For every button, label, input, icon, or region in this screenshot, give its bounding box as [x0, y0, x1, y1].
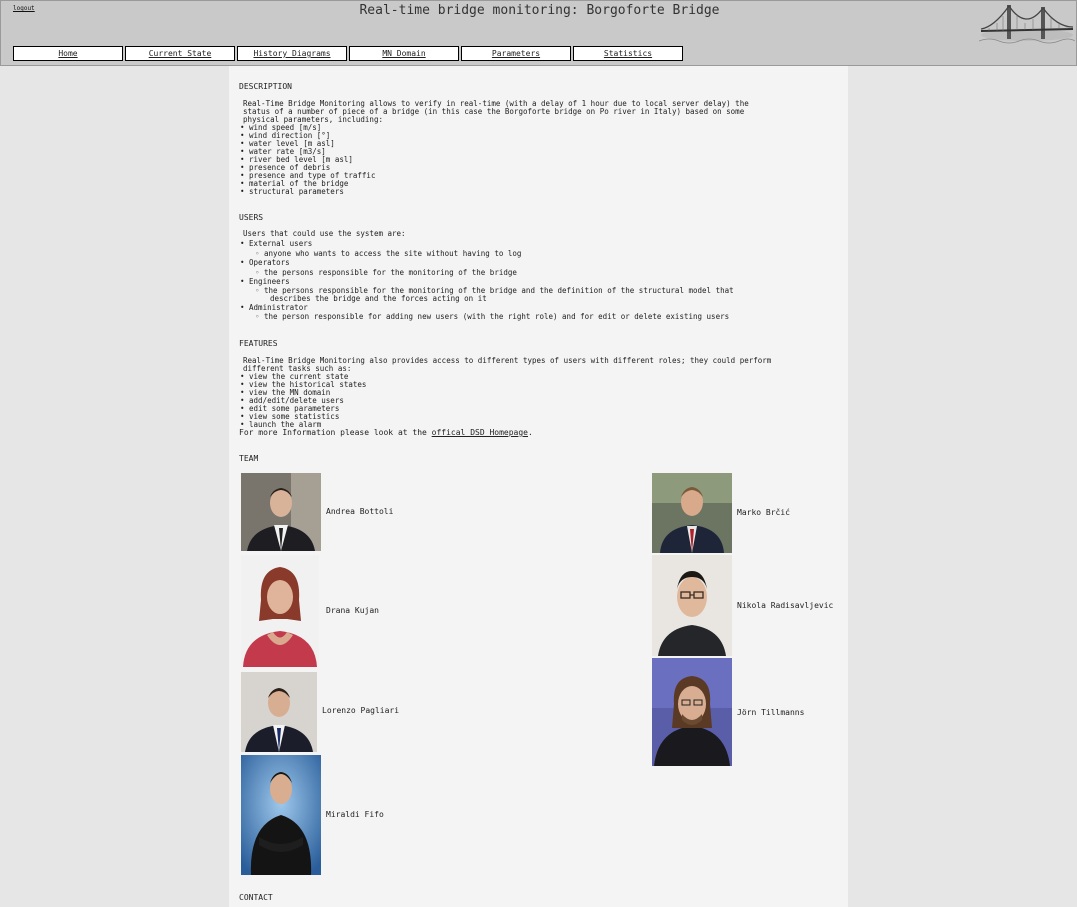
more-info-prefix: For more Information please look at the — [239, 428, 432, 437]
user-role: Operators — [240, 258, 734, 268]
team-photo-jorn-tillmanns — [652, 658, 732, 766]
nav-mn-domain[interactable]: MN Domain — [349, 46, 459, 61]
contact-heading: CONTACT — [239, 893, 273, 902]
features-heading: FEATURES — [239, 339, 278, 348]
team-member-name: Nikola Radisavljevic — [737, 601, 834, 610]
features-intro: Real-Time Bridge Monitoring also provide… — [243, 357, 843, 373]
description-intro-line: physical parameters, including: — [243, 115, 383, 124]
list-item: structural parameters — [240, 188, 375, 196]
nav-parameters[interactable]: Parameters — [461, 46, 571, 61]
team-photo-andrea-bottoli — [241, 473, 321, 551]
team-photo-marko-brcic — [652, 473, 732, 553]
main-content: DESCRIPTION Real-Time Bridge Monitoring … — [229, 66, 848, 907]
site-title: Real-time bridge monitoring: Borgoforte … — [359, 3, 720, 18]
user-role: Administrator — [240, 303, 734, 313]
team-member-name: Jörn Tillmanns — [737, 708, 805, 717]
team-member-name: Lorenzo Pagliari — [322, 706, 400, 715]
more-info-suffix: . — [527, 428, 533, 437]
description-intro: Real-Time Bridge Monitoring allows to ve… — [243, 100, 843, 124]
team-heading: TEAM — [239, 454, 259, 463]
team-photo-miraldi-fifo — [241, 755, 321, 875]
description-heading: DESCRIPTION — [239, 82, 292, 91]
user-roles-list: External users anyone who wants to acces… — [240, 239, 734, 322]
header: logout Real-time bridge monitoring: Borg… — [0, 0, 1077, 66]
team-member-name: Marko Brčić — [737, 508, 790, 517]
team-member-name: Drana Kujan — [326, 606, 379, 615]
nav-current-state[interactable]: Current State — [125, 46, 235, 61]
team-member-name: Andrea Bottoli — [326, 507, 394, 516]
main-nav: Home Current State History Diagrams MN D… — [13, 46, 685, 61]
parameter-list: wind speed [m/s] wind direction [°] wate… — [240, 124, 375, 196]
team-photo-drana-kujan — [241, 555, 319, 667]
dsd-homepage-link[interactable]: offical DSD Homepage — [432, 428, 528, 437]
team-photo-lorenzo-pagliari — [241, 672, 317, 752]
team-photo-nikola-radisavljevic — [652, 555, 732, 656]
nav-history-diagrams[interactable]: History Diagrams — [237, 46, 347, 61]
user-role-desc: the person responsible for adding new us… — [240, 312, 734, 322]
team-member-name: Miraldi Fifo — [326, 810, 384, 819]
users-intro: Users that could use the system are: — [243, 229, 406, 238]
users-heading: USERS — [239, 213, 264, 222]
user-role: External users — [240, 239, 734, 249]
features-list: view the current state view the historic… — [240, 373, 366, 429]
user-role-desc-cont: describes the bridge and the forces acti… — [270, 293, 487, 303]
user-role-desc: the persons responsible for the monitori… — [240, 268, 734, 278]
user-role-desc: anyone who wants to access the site with… — [240, 249, 734, 259]
nav-home[interactable]: Home — [13, 46, 123, 61]
more-info-line: For more Information please look at the … — [239, 429, 839, 437]
nav-statistics[interactable]: Statistics — [573, 46, 683, 61]
golden-gate-bridge-logo — [979, 1, 1075, 49]
